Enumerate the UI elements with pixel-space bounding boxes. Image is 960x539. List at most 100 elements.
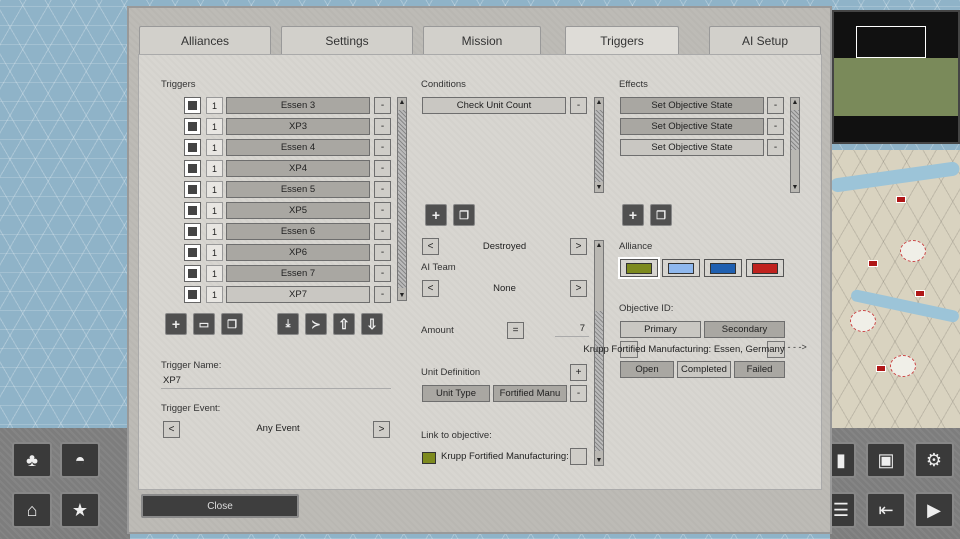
scroll-up-icon[interactable]: ▲ — [791, 98, 799, 107]
unit-marker[interactable] — [896, 196, 906, 203]
alliance-swatch-2[interactable] — [662, 259, 700, 277]
tab-settings[interactable]: Settings — [281, 26, 413, 54]
trigger-checkbox[interactable] — [184, 244, 201, 261]
trigger-checkbox[interactable] — [184, 181, 201, 198]
state-prev-button[interactable]: < — [422, 238, 439, 255]
effect-remove-button[interactable]: - — [767, 97, 784, 114]
console-icon[interactable]: ≻ — [305, 313, 327, 335]
ai-team-prev-button[interactable]: < — [422, 280, 439, 297]
tree-icon[interactable]: ♣ — [12, 442, 52, 478]
trigger-name-button[interactable]: Essen 5 — [226, 181, 370, 198]
unit-type-button[interactable]: Unit Type — [422, 385, 490, 402]
scroll-thumb[interactable] — [398, 110, 406, 288]
trigger-remove-button[interactable]: - — [374, 286, 391, 303]
trigger-checkbox[interactable] — [184, 202, 201, 219]
trigger-checkbox[interactable] — [184, 139, 201, 156]
trigger-name-button[interactable]: XP7 — [226, 286, 370, 303]
unit-definition-remove-button[interactable]: - — [570, 385, 587, 402]
trigger-name-button[interactable]: Essen 4 — [226, 139, 370, 156]
minimap-viewport[interactable] — [856, 26, 926, 58]
alliance-swatch-1[interactable] — [618, 257, 660, 279]
unit-marker[interactable] — [868, 260, 878, 267]
trigger-checkbox[interactable] — [184, 97, 201, 114]
trigger-scrollbar[interactable]: ▲ ▼ — [397, 97, 407, 301]
add-condition-icon[interactable]: + — [425, 204, 447, 226]
scroll-up-icon[interactable]: ▲ — [595, 98, 603, 107]
trigger-name-button[interactable]: XP3 — [226, 118, 370, 135]
trigger-remove-button[interactable]: - — [374, 118, 391, 135]
condition-item[interactable]: Check Unit Count — [422, 97, 566, 114]
trigger-name-button[interactable]: Essen 3 — [226, 97, 370, 114]
copy-effect-icon[interactable]: ❐ — [650, 204, 672, 226]
condition-remove-button[interactable]: - — [570, 97, 587, 114]
scroll-thumb[interactable] — [595, 110, 603, 182]
copy-icon[interactable]: ❐ — [221, 313, 243, 335]
scroll-down-icon[interactable]: ▼ — [595, 456, 603, 465]
effect-item[interactable]: Set Objective State — [620, 139, 764, 156]
import-icon[interactable]: ⤓ — [277, 313, 299, 335]
trigger-checkbox[interactable] — [184, 286, 201, 303]
add-effect-icon[interactable]: + — [622, 204, 644, 226]
scroll-down-icon[interactable]: ▼ — [791, 183, 799, 192]
tab-ai-setup[interactable]: AI Setup — [709, 26, 821, 54]
move-down-icon[interactable]: ⇩ — [361, 313, 383, 335]
folder-icon[interactable]: ▭ — [193, 313, 215, 335]
ai-team-next-button[interactable]: > — [570, 280, 587, 297]
secondary-button[interactable]: Secondary — [704, 321, 785, 338]
state-next-button[interactable]: > — [570, 238, 587, 255]
effects-scrollbar[interactable]: ▲ ▼ — [790, 97, 800, 193]
trigger-name-button[interactable]: XP6 — [226, 244, 370, 261]
trigger-checkbox[interactable] — [184, 223, 201, 240]
trigger-remove-button[interactable]: - — [374, 181, 391, 198]
trigger-remove-button[interactable]: - — [374, 223, 391, 240]
trigger-name-button[interactable]: Essen 6 — [226, 223, 370, 240]
event-prev-button[interactable]: < — [163, 421, 180, 438]
add-trigger-icon[interactable]: + — [165, 313, 187, 335]
trigger-remove-button[interactable]: - — [374, 160, 391, 177]
tab-triggers[interactable]: Triggers — [565, 26, 679, 54]
trigger-name-input[interactable]: XP7 — [161, 375, 391, 389]
tab-mission[interactable]: Mission — [423, 26, 541, 54]
play-icon[interactable]: ▶ — [914, 492, 954, 528]
home-icon[interactable]: ⌂ — [12, 492, 52, 528]
copy-condition-icon[interactable]: ❐ — [453, 204, 475, 226]
trigger-remove-button[interactable]: - — [374, 202, 391, 219]
trigger-remove-button[interactable]: - — [374, 97, 391, 114]
move-up-icon[interactable]: ⇧ — [333, 313, 355, 335]
unit-name-button[interactable]: Fortified Manu — [493, 385, 567, 402]
amount-input[interactable]: 7 — [555, 323, 589, 337]
alliance-swatch-3[interactable] — [704, 259, 742, 277]
primary-button[interactable]: Primary — [620, 321, 701, 338]
failed-button[interactable]: Failed — [734, 361, 785, 378]
gear-icon[interactable]: ⚙ — [914, 442, 954, 478]
scroll-thumb[interactable] — [791, 110, 799, 150]
exit-icon[interactable]: ⇤ — [866, 492, 906, 528]
trigger-remove-button[interactable]: - — [374, 265, 391, 282]
scroll-thumb[interactable] — [595, 311, 603, 451]
trigger-checkbox[interactable] — [184, 265, 201, 282]
open-button[interactable]: Open — [620, 361, 674, 378]
unit-marker[interactable] — [915, 290, 925, 297]
save-icon[interactable]: ▣ — [866, 442, 906, 478]
close-button[interactable]: Close — [141, 494, 299, 518]
trigger-checkbox[interactable] — [184, 160, 201, 177]
scroll-down-icon[interactable]: ▼ — [398, 291, 406, 300]
unit-marker[interactable] — [876, 365, 886, 372]
trigger-remove-button[interactable]: - — [374, 139, 391, 156]
helmet-icon[interactable]: ◓ — [60, 442, 100, 478]
scroll-down-icon[interactable]: ▼ — [595, 183, 603, 192]
trigger-checkbox[interactable] — [184, 118, 201, 135]
scroll-up-icon[interactable]: ▲ — [595, 241, 603, 250]
map-view[interactable] — [829, 150, 960, 430]
amount-operator-button[interactable]: = — [507, 322, 524, 339]
link-objective-value[interactable]: Krupp Fortified Manufacturing: Es — [441, 451, 583, 462]
completed-button[interactable]: Completed — [677, 361, 731, 378]
effect-item[interactable]: Set Objective State — [620, 118, 764, 135]
trigger-name-button[interactable]: XP4 — [226, 160, 370, 177]
conditions-scrollbar[interactable]: ▲ ▼ — [594, 97, 604, 193]
trigger-name-button[interactable]: Essen 7 — [226, 265, 370, 282]
minimap[interactable] — [832, 10, 960, 144]
trigger-name-button[interactable]: XP5 — [226, 202, 370, 219]
alliance-swatch-4[interactable] — [746, 259, 784, 277]
trigger-remove-button[interactable]: - — [374, 244, 391, 261]
